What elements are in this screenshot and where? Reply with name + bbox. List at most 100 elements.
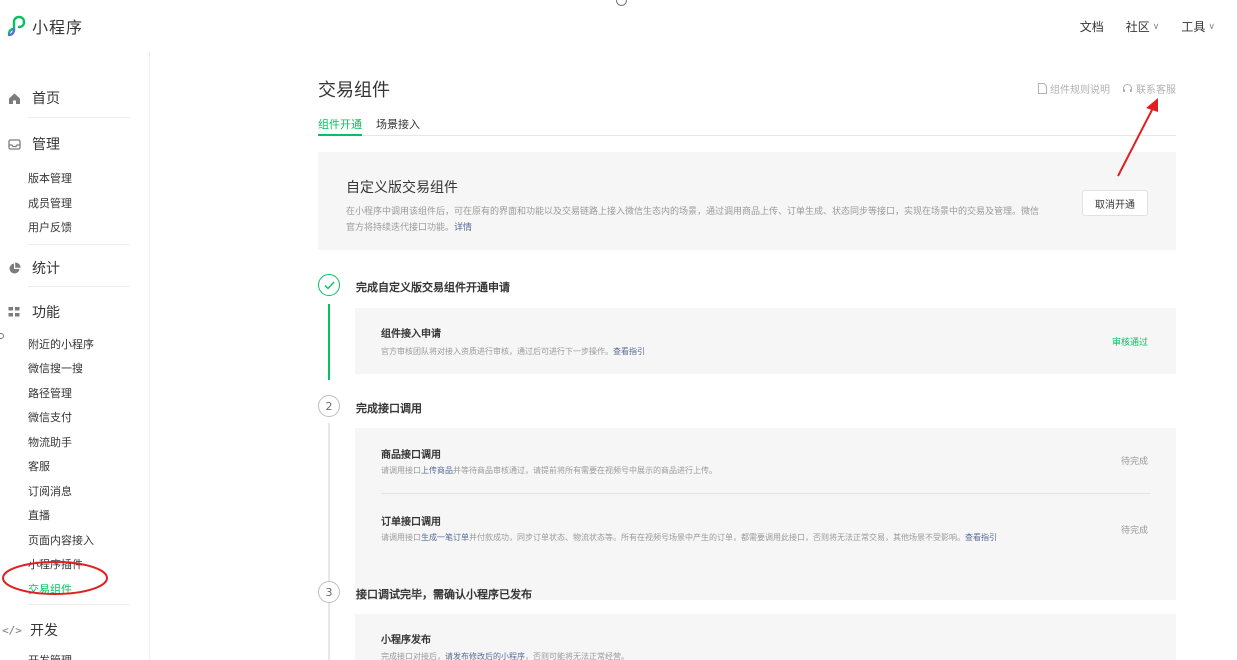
top-nav: 文档 社区 ∨ 工具 ∨	[1080, 18, 1215, 35]
home-icon	[6, 90, 22, 106]
sidebar-item-page-content[interactable]: 页面内容接入	[28, 532, 94, 548]
tab-open-component[interactable]: 组件开通	[318, 116, 362, 136]
guide-link[interactable]: 查看指引	[613, 347, 645, 356]
tab-scene-access[interactable]: 场景接入	[376, 116, 420, 136]
pie-chart-icon	[6, 260, 22, 276]
divider	[28, 286, 130, 287]
step-1-line	[328, 304, 330, 380]
divider	[28, 604, 130, 605]
nav-tools-label: 工具	[1181, 20, 1206, 34]
rules-link-label: 组件规则说明	[1050, 85, 1110, 96]
task-description: 完成接口对接后，请发布修改后的小程序，否则可能将无法正常经营。	[381, 651, 629, 660]
sidebar-item-pay[interactable]: 微信支付	[28, 409, 72, 425]
step-3-number: 3	[318, 581, 340, 603]
divider	[28, 244, 130, 245]
step-3-line	[328, 609, 330, 660]
status-badge: 待完成	[1120, 457, 1148, 467]
publish-link[interactable]: 请发布修改后的小程序	[445, 652, 525, 660]
step-1-check-icon	[318, 274, 340, 296]
contact-link-label: 联系客服	[1136, 85, 1176, 96]
task-description: 请调用接口上传商品并等待商品审核通过，请提前将所有需要在视频号中展示的商品进行上…	[381, 465, 717, 476]
sidebar-item-members[interactable]: 成员管理	[28, 195, 72, 211]
task-desc-text: 并等待商品审核通过，请提前将所有需要在视频号中展示的商品进行上传。	[453, 466, 717, 475]
nav-docs-label: 文档	[1079, 20, 1104, 34]
task-desc-text: 请调用接口	[381, 533, 421, 542]
sidebar-section-stats[interactable]: 统计	[6, 258, 60, 278]
sidebar-stats-label: 统计	[32, 261, 60, 277]
sidebar-item-live[interactable]: 直播	[28, 507, 50, 523]
sidebar-item-subscribe[interactable]: 订阅消息	[28, 483, 72, 499]
task-description: 请调用接口生成一笔订单并付款成功，同步订单状态、物流状态等。所有在视频号场景中产…	[381, 532, 997, 543]
sidebar-item-search[interactable]: 微信搜一搜	[28, 360, 83, 376]
card-title: 自定义版交易组件	[346, 180, 458, 196]
cursor-indicator	[616, 0, 627, 6]
divider	[28, 117, 130, 118]
component-card: 自定义版交易组件 在小程序中调用该组件后，可在原有的界面和功能以及交易链路上接入…	[318, 152, 1176, 250]
grid-icon	[6, 304, 22, 320]
sidebar-develop-label: 开发	[30, 623, 58, 639]
task-interface-calls: 商品接口调用 请调用接口上传商品并等待商品审核通过，请提前将所有需要在视频号中展…	[355, 428, 1176, 600]
header-links: 组件规则说明 联系客服	[1038, 81, 1176, 96]
divider	[381, 493, 1151, 494]
app-title: 小程序	[32, 18, 84, 37]
cancel-open-button[interactable]: 取消开通	[1082, 190, 1148, 216]
task-desc-text: ，否则可能将无法正常经营。	[525, 652, 629, 660]
status-badge: 待完成	[1120, 526, 1148, 536]
code-icon: </>	[2, 623, 22, 637]
sidebar-home-label: 首页	[32, 91, 60, 107]
task-desc-text: 并付款成功，同步订单状态、物流状态等。所有在视频号场景中产生的订单，都需要调用此…	[469, 533, 965, 542]
document-icon	[1038, 83, 1047, 94]
sidebar-item-dev-manage[interactable]: 开发管理	[28, 652, 72, 660]
chevron-down-icon: ∨	[1152, 21, 1160, 32]
sidebar-manage-label: 管理	[32, 137, 60, 153]
task-name: 订单接口调用	[381, 517, 441, 528]
card-detail-link[interactable]: 详情	[454, 223, 472, 233]
task-name: 小程序发布	[381, 635, 431, 646]
rules-link[interactable]: 组件规则说明	[1038, 81, 1110, 96]
sidebar-item-version[interactable]: 版本管理	[28, 170, 72, 186]
miniprogram-logo-icon	[7, 15, 26, 37]
step-3-title: 接口调试完毕，需确认小程序已发布	[356, 588, 532, 601]
step-2-title: 完成接口调用	[356, 402, 422, 415]
task-desc-text: 官方审核团队将对接入资质进行审核，通过后可进行下一步操作。	[381, 347, 613, 356]
guide-link[interactable]: 查看指引	[965, 533, 997, 542]
create-order-link[interactable]: 生成一笔订单	[421, 533, 469, 542]
card-description-text: 在小程序中调用该组件后，可在原有的界面和功能以及交易链路上接入微信生态内的场景，…	[346, 207, 1040, 233]
sidebar-features-label: 功能	[32, 305, 60, 321]
sidebar-item-feedback[interactable]: 用户反馈	[28, 219, 72, 235]
sidebar-section-develop[interactable]: </> 开发	[2, 620, 58, 640]
nav-tools[interactable]: 工具 ∨	[1181, 18, 1215, 35]
upload-product-link[interactable]: 上传商品	[421, 466, 453, 475]
inbox-icon	[6, 136, 22, 152]
top-bar: 小程序 文档 社区 ∨ 工具 ∨	[0, 0, 1237, 52]
sidebar-item-logistics[interactable]: 物流助手	[28, 434, 72, 450]
task-desc-text: 请调用接口	[381, 466, 421, 475]
annotation-red-arrow	[1117, 98, 1158, 177]
task-publish: 小程序发布 完成接口对接后，请发布修改后的小程序，否则可能将无法正常经营。	[355, 614, 1176, 660]
task-description: 官方审核团队将对接入资质进行审核，通过后可进行下一步操作。查看指引	[381, 346, 645, 357]
tab-bar: 组件开通 场景接入	[318, 116, 1176, 136]
task-component-apply: 组件接入申请 官方审核团队将对接入资质进行审核，通过后可进行下一步操作。查看指引…	[355, 308, 1176, 374]
sidebar-item-nearby[interactable]: 附近的小程序	[28, 336, 94, 352]
card-description: 在小程序中调用该组件后，可在原有的界面和功能以及交易链路上接入微信生态内的场景，…	[346, 204, 1046, 236]
sidebar-item-home[interactable]: 首页	[6, 88, 60, 108]
status-badge: 审核通过	[1111, 338, 1148, 348]
nav-community[interactable]: 社区 ∨	[1126, 18, 1160, 35]
annotation-red-ellipse	[2, 561, 108, 595]
step-2-number: 2	[318, 395, 340, 417]
task-name: 商品接口调用	[381, 450, 441, 461]
step-1-title: 完成自定义版交易组件开通申请	[356, 281, 510, 294]
app-logo[interactable]: 小程序	[6, 14, 83, 38]
headset-icon	[1123, 84, 1132, 92]
sidebar-section-manage[interactable]: 管理	[6, 134, 60, 154]
contact-service-link[interactable]: 联系客服	[1122, 81, 1176, 96]
page-title: 交易组件	[318, 80, 390, 101]
task-name: 组件接入申请	[381, 329, 441, 340]
sidebar-item-service[interactable]: 客服	[28, 458, 50, 474]
nav-docs[interactable]: 文档	[1080, 18, 1104, 35]
nav-community-label: 社区	[1125, 20, 1150, 34]
sidebar-section-features[interactable]: 功能	[6, 302, 60, 322]
sidebar-item-path[interactable]: 路径管理	[28, 385, 72, 401]
chevron-down-icon: ∨	[1208, 21, 1215, 32]
task-desc-text: 完成接口对接后，	[381, 652, 445, 660]
